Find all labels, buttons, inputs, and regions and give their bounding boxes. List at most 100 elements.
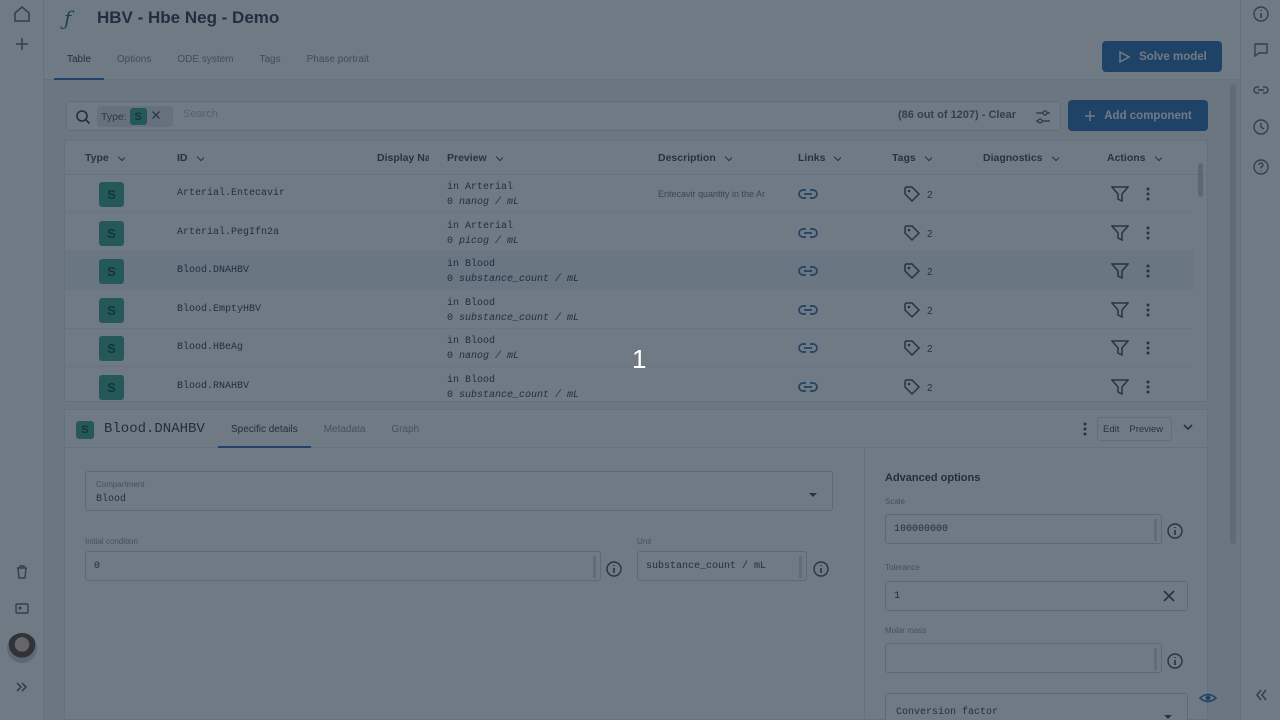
chip-remove-icon[interactable] — [150, 109, 162, 124]
cell-tags[interactable]: 2 — [903, 185, 933, 206]
home-icon[interactable] — [8, 0, 36, 28]
link-icon[interactable] — [797, 302, 819, 321]
more-vertical-icon[interactable] — [1143, 186, 1153, 205]
filter-icon[interactable] — [1110, 340, 1130, 359]
app-logo[interactable]: ƒ — [64, 6, 71, 30]
cell-tags[interactable]: 2 — [903, 262, 933, 283]
type-filter-chip[interactable]: Type: S — [97, 106, 173, 127]
comment-icon[interactable] — [1249, 38, 1273, 62]
unit-input[interactable]: substance_count / mL — [637, 551, 807, 581]
plus-icon[interactable] — [8, 30, 36, 58]
id-card-icon[interactable] — [8, 594, 36, 622]
tag-count: 2 — [927, 382, 933, 394]
column-header-display-name[interactable]: Display Na — [377, 152, 429, 164]
filter-icon[interactable] — [1110, 186, 1130, 205]
preview-compartment: in Arterial — [447, 220, 514, 232]
help-icon[interactable] — [1249, 155, 1273, 179]
species-type-badge: S — [99, 182, 124, 207]
filter-icon[interactable] — [1110, 301, 1130, 321]
clear-icon[interactable] — [1163, 590, 1175, 605]
caret-down-icon — [1163, 710, 1173, 720]
cell-tags[interactable]: 2 — [903, 378, 933, 399]
more-vertical-icon[interactable] — [1143, 379, 1153, 398]
table-row[interactable]: S Blood.EmptyHBV in Blood 0 substance_count… — [65, 291, 1194, 329]
chevron-down-icon[interactable] — [1181, 420, 1195, 437]
chevron-down-icon — [924, 152, 932, 161]
edit-button[interactable]: Edit — [1098, 424, 1124, 435]
filter-icon[interactable] — [1110, 263, 1130, 282]
resize-handle — [593, 556, 596, 578]
info-icon[interactable] — [1166, 652, 1184, 673]
tag-count: 2 — [927, 344, 933, 355]
initial-condition-input[interactable]: 0 — [85, 551, 601, 581]
compartment-select[interactable]: Compartment Blood — [85, 471, 833, 511]
link-icon[interactable] — [1249, 78, 1273, 102]
preview-button[interactable]: Preview — [1124, 424, 1168, 435]
conversion-factor-select[interactable]: Conversion factor — [885, 693, 1188, 720]
search-input[interactable] — [183, 108, 743, 120]
more-vertical-icon[interactable] — [1143, 263, 1153, 282]
solve-model-button[interactable]: Solve model — [1102, 41, 1222, 72]
table-row[interactable]: S Blood.HBeAg in Blood 0 nanog / mL 2 — [65, 329, 1194, 367]
column-header-actions[interactable]: Actions — [1107, 152, 1162, 164]
column-header-preview[interactable]: Preview — [447, 152, 503, 164]
scale-input[interactable]: 100000000 — [885, 514, 1162, 544]
tab-metadata[interactable]: Metadata — [311, 420, 379, 448]
cell-tags[interactable]: 2 — [903, 301, 933, 322]
eye-icon[interactable] — [1198, 688, 1218, 711]
chevron-down-icon — [834, 152, 842, 161]
info-icon[interactable] — [812, 560, 830, 581]
chip-label: Type: — [101, 110, 127, 123]
result-count-clear[interactable]: (86 out of 1207) - Clear — [898, 109, 1016, 121]
more-vertical-icon[interactable] — [1143, 302, 1153, 321]
preview-value-line: 0 nanog / mL — [447, 349, 519, 364]
detail-title: Blood.DNAHBV — [104, 421, 205, 437]
filter-icon[interactable] — [1110, 224, 1130, 244]
tab-options[interactable]: Options — [104, 48, 164, 80]
link-icon[interactable] — [797, 263, 819, 282]
filter-icon[interactable] — [1110, 378, 1130, 398]
more-vertical-icon[interactable] — [1143, 225, 1153, 244]
cell-tags[interactable]: 2 — [903, 339, 933, 360]
table-row[interactable]: S Blood.DNAHBV in Blood 0 substance_count /… — [65, 252, 1194, 290]
link-icon[interactable] — [797, 340, 819, 359]
molar-mass-input[interactable] — [885, 643, 1162, 673]
cell-tags[interactable]: 2 — [903, 224, 933, 245]
tab-ode-system[interactable]: ODE system — [164, 48, 246, 80]
tolerance-input[interactable]: 1 — [885, 581, 1188, 611]
table-row[interactable]: S Arterial.Entecavir in Arterial 0 nanog / … — [65, 175, 1194, 213]
more-vertical-icon[interactable] — [1143, 340, 1153, 359]
more-vertical-icon[interactable] — [1079, 421, 1091, 440]
tab-table[interactable]: Table — [54, 48, 104, 80]
trash-icon[interactable] — [8, 558, 36, 586]
link-icon[interactable] — [797, 379, 819, 398]
chip-species-badge: S — [129, 108, 147, 125]
collapse-panel-icon[interactable] — [1252, 686, 1270, 707]
column-header-id[interactable]: ID — [177, 152, 204, 164]
info-icon[interactable] — [605, 560, 623, 581]
history-icon[interactable] — [1249, 115, 1273, 139]
tab-specific-details[interactable]: Specific details — [218, 420, 311, 448]
filter-settings-icon[interactable] — [1034, 108, 1052, 129]
column-header-tags[interactable]: Tags — [892, 152, 932, 164]
table-row[interactable]: S Arterial.PegIfn2a in Arterial 0 picog / m… — [65, 214, 1194, 252]
species-badge: S — [76, 421, 94, 439]
link-icon[interactable] — [797, 186, 819, 205]
tab-graph[interactable]: Graph — [378, 420, 432, 448]
table-scrollbar[interactable] — [1198, 163, 1203, 197]
info-icon[interactable] — [1249, 2, 1273, 26]
column-header-description[interactable]: Description — [658, 152, 732, 164]
column-header-diagnostics[interactable]: Diagnostics — [983, 152, 1059, 164]
tab-phase-portrait[interactable]: Phase portrait — [294, 48, 382, 80]
info-icon[interactable] — [1166, 522, 1184, 543]
main-scrollbar[interactable] — [1230, 84, 1236, 544]
table-row[interactable]: S Blood.RNAHBV in Blood 0 substance_count /… — [65, 368, 1194, 402]
link-icon[interactable] — [797, 225, 819, 244]
avatar[interactable] — [7, 633, 37, 663]
column-header-links[interactable]: Links — [798, 152, 842, 164]
molar-mass-label: Molar mass — [885, 626, 927, 635]
column-header-type[interactable]: Type — [85, 152, 125, 164]
tab-tags[interactable]: Tags — [247, 48, 294, 80]
expand-sidebar-icon[interactable] — [8, 673, 36, 701]
add-component-button[interactable]: Add component — [1068, 100, 1208, 131]
